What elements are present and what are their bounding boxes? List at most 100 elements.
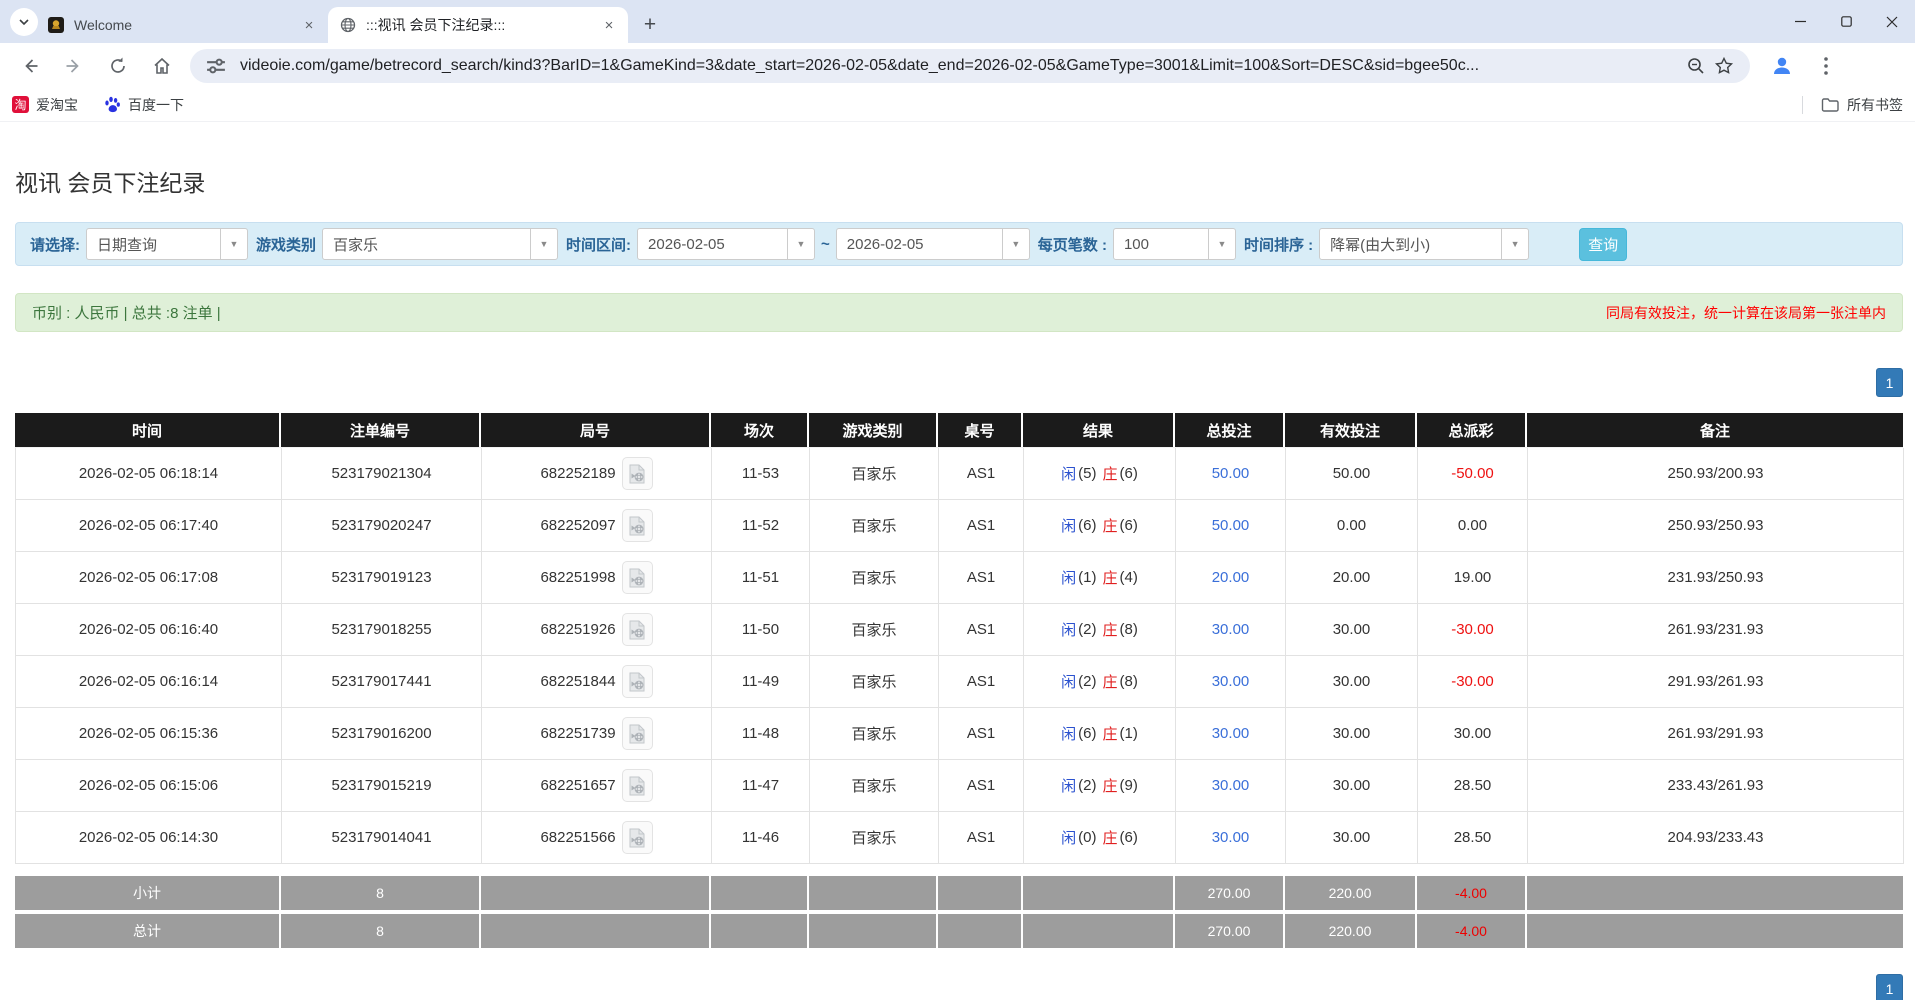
close-icon[interactable]: × <box>600 16 618 34</box>
cell-session: 11-49 <box>712 656 810 708</box>
tab-search-button[interactable] <box>10 8 38 36</box>
bookmark-baidu[interactable]: 百度一下 <box>104 95 184 115</box>
table-row: 2026-02-05 06:17:40 523179020247 6822520… <box>16 500 1903 552</box>
player-label: 闲 <box>1061 775 1076 796</box>
payout-value: 30.00 <box>1454 725 1492 742</box>
all-bookmarks[interactable]: 所有书签 <box>1802 95 1903 115</box>
subtotal-valid-bet: 220.00 <box>1285 876 1417 910</box>
close-icon[interactable]: × <box>300 16 318 34</box>
cell-time: 2026-02-05 06:17:08 <box>16 552 282 604</box>
total-bet-link[interactable]: 30.00 <box>1212 673 1250 690</box>
video-replay-button[interactable] <box>622 769 653 802</box>
cell-payout: -50.00 <box>1418 448 1528 500</box>
cell-game-kind: 百家乐 <box>810 656 939 708</box>
total-bet-link[interactable]: 20.00 <box>1212 569 1250 586</box>
player-score: (6) <box>1078 725 1096 742</box>
banker-score: (6) <box>1120 829 1138 846</box>
video-replay-button[interactable] <box>622 665 653 698</box>
page-1-button[interactable]: 1 <box>1876 974 1903 1000</box>
cell-bet-number: 523179016200 <box>282 708 482 760</box>
player-score: (2) <box>1078 621 1096 638</box>
video-replay-button[interactable] <box>622 613 653 646</box>
sort-select[interactable]: 降幂(由大到小) ▼ <box>1319 228 1529 260</box>
tab-betrecord[interactable]: :::视讯 会员下注纪录::: × <box>328 7 628 43</box>
total-bet-link[interactable]: 30.00 <box>1212 777 1250 794</box>
forward-button[interactable] <box>57 49 91 83</box>
video-replay-button[interactable] <box>622 821 653 854</box>
cell-valid-bet: 30.00 <box>1286 708 1418 760</box>
close-window-button[interactable] <box>1869 0 1915 43</box>
video-replay-button[interactable] <box>622 561 653 594</box>
table-row: 2026-02-05 06:16:40 523179018255 6822519… <box>16 604 1903 656</box>
date-start-select[interactable]: 2026-02-05 ▼ <box>637 228 815 260</box>
profile-avatar[interactable] <box>1765 49 1799 83</box>
bookmark-star-icon[interactable] <box>1710 52 1738 80</box>
home-button[interactable] <box>145 49 179 83</box>
date-end-value: 2026-02-05 <box>837 229 1002 259</box>
cell-session: 11-52 <box>712 500 810 552</box>
cell-time: 2026-02-05 06:16:40 <box>16 604 282 656</box>
cell-result: 闲(2) 庄(8) <box>1024 656 1176 708</box>
empty-cell <box>938 876 1023 910</box>
game-kind-label: 游戏类别 <box>256 234 316 255</box>
game-kind-select[interactable]: 百家乐 ▼ <box>322 228 558 260</box>
cell-game-kind: 百家乐 <box>810 812 939 864</box>
cell-table-number: AS1 <box>939 812 1024 864</box>
query-type-value: 日期查询 <box>87 229 220 259</box>
menu-kebab-icon[interactable] <box>1809 49 1843 83</box>
video-replay-button[interactable] <box>622 717 653 750</box>
bookmark-aitaobao[interactable]: 淘 爱淘宝 <box>12 95 78 115</box>
cell-table-number: AS1 <box>939 656 1024 708</box>
cell-table-number: AS1 <box>939 604 1024 656</box>
new-tab-button[interactable]: + <box>636 11 664 39</box>
subtotal-total-bet: 270.00 <box>1175 876 1285 910</box>
table-row: 2026-02-05 06:15:06 523179015219 6822516… <box>16 760 1903 812</box>
site-settings-icon[interactable] <box>202 52 230 80</box>
per-page-value: 100 <box>1114 229 1208 259</box>
tilde-separator: ~ <box>821 236 830 253</box>
video-replay-button[interactable] <box>622 457 653 490</box>
subtotal-row: 小计 8 270.00 220.00 -4.00 <box>15 876 1903 910</box>
empty-cell <box>1023 876 1175 910</box>
cell-game-kind: 百家乐 <box>810 708 939 760</box>
date-end-select[interactable]: 2026-02-05 ▼ <box>836 228 1030 260</box>
cell-table-number: AS1 <box>939 448 1024 500</box>
cell-payout: -30.00 <box>1418 656 1528 708</box>
cell-round-number: 682251739 <box>482 708 712 760</box>
query-type-select[interactable]: 日期查询 ▼ <box>86 228 248 260</box>
total-bet-link[interactable]: 30.00 <box>1212 725 1250 742</box>
page-1-button[interactable]: 1 <box>1876 368 1903 397</box>
tab-welcome[interactable]: Welcome × <box>36 7 328 43</box>
column-header: 总投注 <box>1175 413 1285 447</box>
time-range-label: 时间区间: <box>566 234 631 255</box>
minimize-button[interactable] <box>1777 0 1823 43</box>
total-bet-link[interactable]: 30.00 <box>1212 829 1250 846</box>
table-row: 2026-02-05 06:17:08 523179019123 6822519… <box>16 552 1903 604</box>
reload-button[interactable] <box>101 49 135 83</box>
cell-bet-number: 523179018255 <box>282 604 482 656</box>
payout-value: -30.00 <box>1451 621 1494 638</box>
search-button[interactable]: 查询 <box>1579 228 1627 261</box>
cell-bet-number: 523179019123 <box>282 552 482 604</box>
home-icon <box>152 56 172 76</box>
total-bet-link[interactable]: 50.00 <box>1212 517 1250 534</box>
payout-value: -30.00 <box>1451 673 1494 690</box>
player-label: 闲 <box>1061 723 1076 744</box>
column-header: 有效投注 <box>1285 413 1417 447</box>
table-body: 2026-02-05 06:18:14 523179021304 6822521… <box>15 447 1903 864</box>
total-bet-link[interactable]: 50.00 <box>1212 465 1250 482</box>
back-button[interactable] <box>13 49 47 83</box>
cell-valid-bet: 0.00 <box>1286 500 1418 552</box>
url-bar[interactable]: videoie.com/game/betrecord_search/kind3?… <box>190 49 1750 83</box>
cell-valid-bet: 20.00 <box>1286 552 1418 604</box>
video-replay-button[interactable] <box>622 509 653 542</box>
zoom-icon[interactable] <box>1682 52 1710 80</box>
total-bet-link[interactable]: 30.00 <box>1212 621 1250 638</box>
folder-icon <box>1821 97 1839 113</box>
round-number: 682251566 <box>540 829 615 846</box>
cell-time: 2026-02-05 06:18:14 <box>16 448 282 500</box>
per-page-select[interactable]: 100 ▼ <box>1113 228 1236 260</box>
cell-time: 2026-02-05 06:14:30 <box>16 812 282 864</box>
maximize-button[interactable] <box>1823 0 1869 43</box>
banker-label: 庄 <box>1103 619 1118 640</box>
